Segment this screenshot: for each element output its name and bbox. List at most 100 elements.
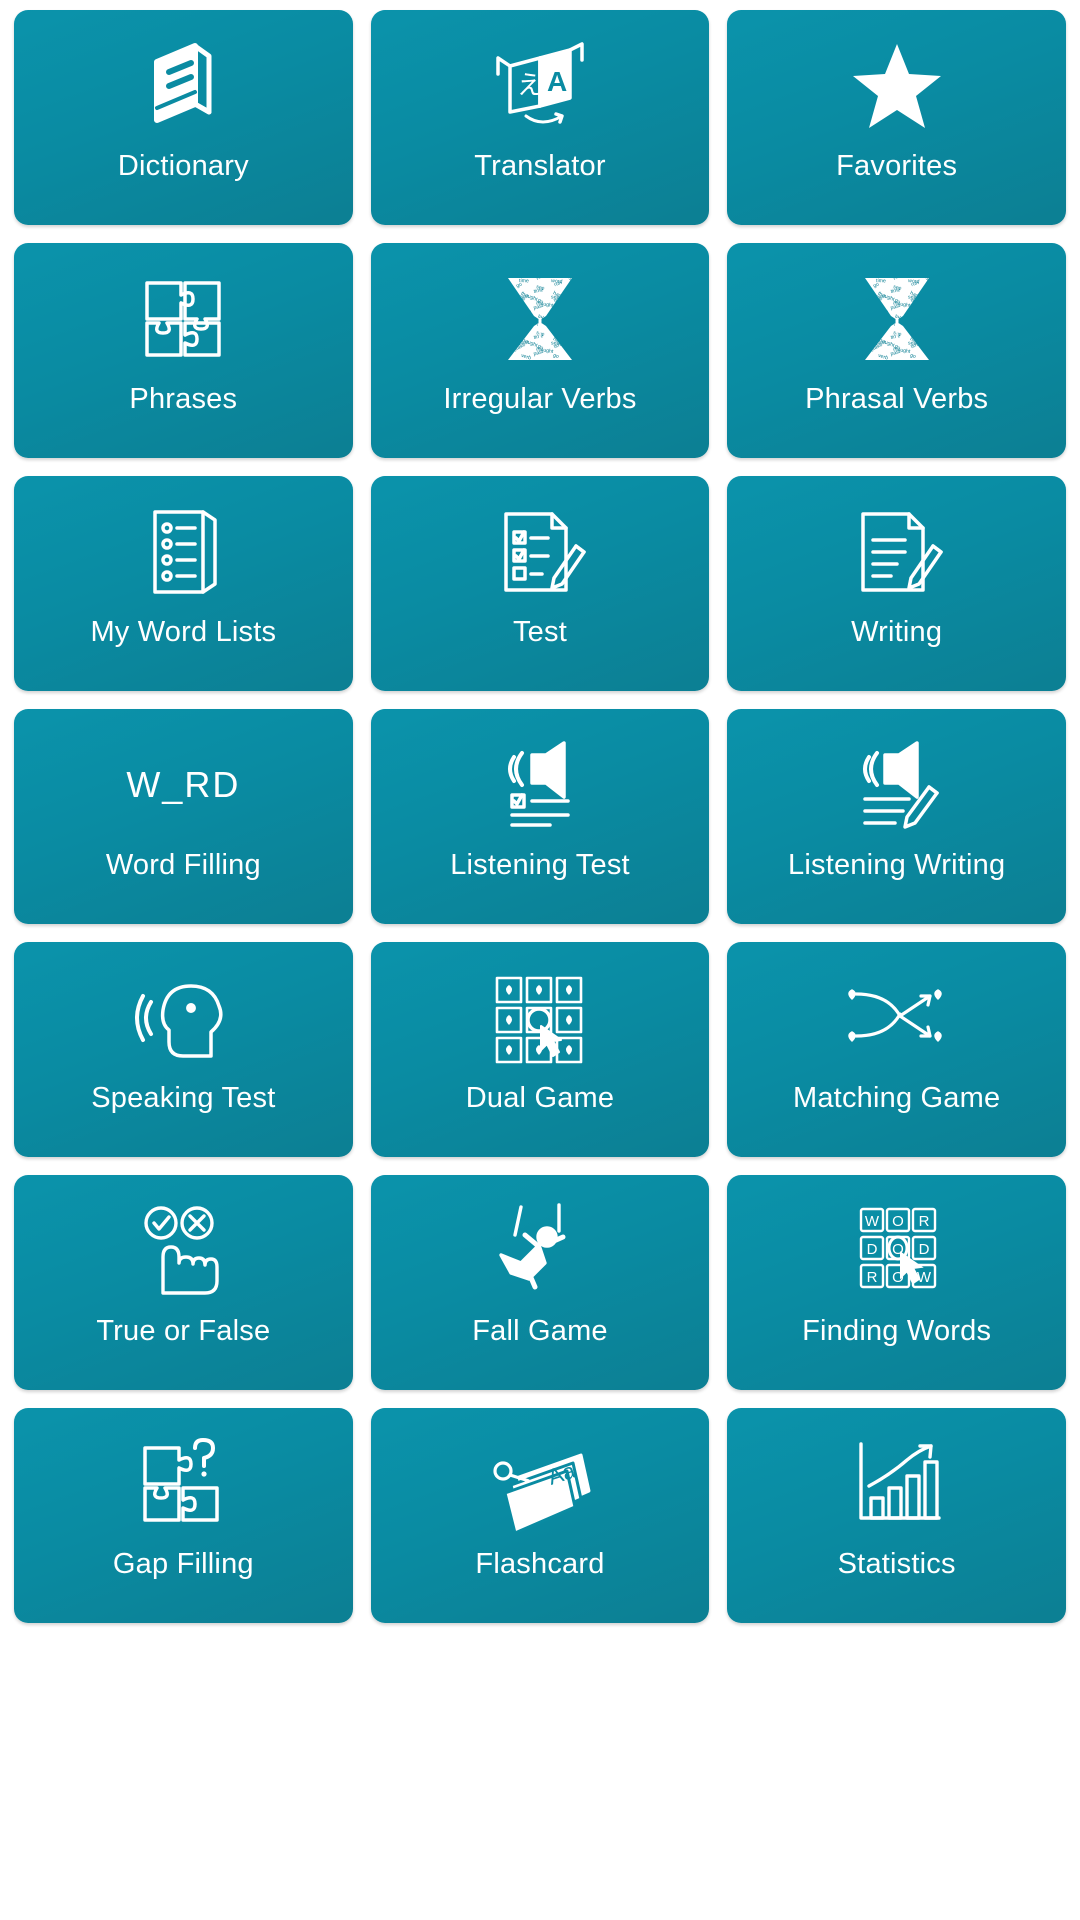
puzzle-question-icon	[14, 1408, 353, 1550]
svg-text:time: time	[519, 324, 529, 330]
svg-text:A: A	[547, 66, 567, 97]
svg-text:え: え	[517, 70, 543, 100]
book-icon	[14, 10, 353, 152]
svg-text:word: word	[571, 287, 583, 294]
tile-label: Phrases	[129, 383, 238, 415]
svg-text:verb: verb	[856, 295, 868, 305]
svg-text:make: make	[875, 309, 889, 317]
matching-arrows-icon	[727, 942, 1066, 1084]
tile-label: Flashcard	[475, 1548, 605, 1580]
tile-label: Dual Game	[465, 1082, 615, 1114]
tile-finding-words[interactable]: WOR DOD ROW Finding Words	[727, 1175, 1066, 1390]
svg-text:word: word	[551, 324, 563, 331]
tile-gap-filling[interactable]: Gap Filling	[14, 1408, 353, 1623]
svg-text:make: make	[924, 330, 938, 340]
tile-writing[interactable]: Writing	[727, 476, 1066, 691]
w-rd-text-icon: W_RD	[14, 709, 353, 851]
tile-translator[interactable]: え A Translator	[370, 10, 710, 225]
svg-text:take: take	[858, 332, 869, 340]
checklist-pencil-icon	[371, 476, 710, 618]
tile-listening-writing[interactable]: Listening Writing	[727, 709, 1066, 924]
tile-label: Speaking Test	[91, 1082, 276, 1114]
svg-text:word: word	[907, 324, 919, 331]
tile-phrases[interactable]: Phrases	[14, 243, 353, 458]
svg-text:see: see	[571, 303, 581, 311]
svg-text:past: past	[504, 330, 515, 338]
svg-text:word: word	[571, 333, 583, 340]
svg-text:run: run	[568, 290, 578, 299]
tile-label: Listening Test	[450, 849, 630, 881]
tile-matching-game[interactable]: Matching Game	[727, 942, 1066, 1157]
tile-my-word-lists[interactable]: My Word Lists	[14, 476, 353, 691]
svg-text:make: make	[504, 300, 517, 307]
tile-listening-test[interactable]: Listening Test	[370, 709, 710, 924]
tile-label: Writing	[851, 616, 943, 648]
bar-chart-arrow-icon	[727, 1408, 1066, 1550]
svg-text:had: had	[924, 300, 934, 308]
flashcard-aa-icon: Aa	[371, 1408, 710, 1550]
tile-label: Phrasal Verbs	[805, 383, 989, 415]
svg-text:verb: verb	[568, 319, 580, 329]
tile-label: Statistics	[837, 1548, 956, 1580]
svg-text:verb: verb	[925, 319, 937, 329]
tile-dictionary[interactable]: Dictionary	[14, 10, 353, 225]
tile-irregular-verbs[interactable]: thought time had word verb past go see run make ta…	[370, 243, 710, 458]
tile-label: Dictionary	[117, 150, 249, 182]
tile-label: Word Filling	[105, 849, 261, 881]
svg-text:run: run	[499, 311, 508, 320]
star-icon	[727, 10, 1066, 152]
tile-speaking-test[interactable]: Speaking Test	[14, 942, 353, 1157]
tile-statistics[interactable]: Statistics	[727, 1408, 1066, 1623]
svg-text:R: R	[866, 1269, 877, 1286]
svg-text:O: O	[892, 1213, 904, 1230]
svg-text:see: see	[928, 349, 938, 357]
svg-text:W: W	[865, 1213, 880, 1230]
tile-label: Test	[512, 616, 567, 648]
svg-text:make: make	[567, 330, 581, 340]
check-cross-hand-icon	[14, 1175, 353, 1317]
tile-flashcard[interactable]: Aa Flashcard	[370, 1408, 710, 1623]
tile-label: Translator	[474, 150, 606, 182]
tile-word-filling[interactable]: W_RD Word Filling	[14, 709, 353, 924]
svg-text:make: make	[504, 346, 517, 353]
hourglass-words-icon: thought time had word verb past go see run make ta…	[727, 243, 1066, 385]
svg-text:make: make	[567, 284, 581, 294]
svg-text:verb: verb	[568, 273, 580, 283]
tile-label: Listening Writing	[788, 849, 1006, 881]
svg-text:D: D	[918, 1241, 929, 1258]
svg-text:word: word	[500, 347, 513, 357]
hourglass-words-icon: thought time had word verb past go see run make ta…	[371, 243, 710, 385]
svg-text:take: take	[501, 332, 512, 340]
document-pencil-icon	[727, 476, 1066, 618]
svg-text:past: past	[504, 284, 515, 292]
w-rd-text: W_RD	[126, 764, 241, 805]
svg-text:go: go	[515, 328, 523, 336]
svg-text:go: go	[909, 306, 917, 314]
svg-text:past: past	[860, 284, 871, 292]
svg-text:verb: verb	[499, 341, 511, 351]
translate-page-icon: え A	[371, 10, 710, 152]
list-document-icon	[14, 476, 353, 618]
svg-text:run: run	[568, 336, 578, 345]
tile-label: True or False	[96, 1315, 271, 1347]
svg-text:had: had	[568, 346, 578, 354]
falling-person-icon	[371, 1175, 710, 1317]
svg-text:make: make	[518, 309, 532, 317]
tile-phrasal-verbs[interactable]: thought time had word verb past go see run make ta…	[727, 243, 1066, 458]
svg-text:past: past	[860, 330, 871, 338]
tile-fall-game[interactable]: Fall Game	[370, 1175, 710, 1390]
svg-text:see: see	[571, 349, 581, 357]
svg-text:time: time	[925, 313, 937, 323]
tile-test[interactable]: Test	[370, 476, 710, 691]
svg-text:time: time	[876, 324, 886, 330]
svg-text:make: make	[860, 300, 873, 307]
tile-dual-game[interactable]: Dual Game	[370, 942, 710, 1157]
svg-text:word: word	[500, 301, 513, 311]
svg-text:verb: verb	[499, 295, 511, 305]
tile-true-or-false[interactable]: True or False	[14, 1175, 353, 1390]
svg-text:time: time	[569, 313, 581, 323]
svg-text:go: go	[552, 306, 560, 314]
tile-favorites[interactable]: Favorites	[727, 10, 1066, 225]
svg-text:run: run	[924, 336, 934, 345]
tile-label: Favorites	[836, 150, 958, 182]
